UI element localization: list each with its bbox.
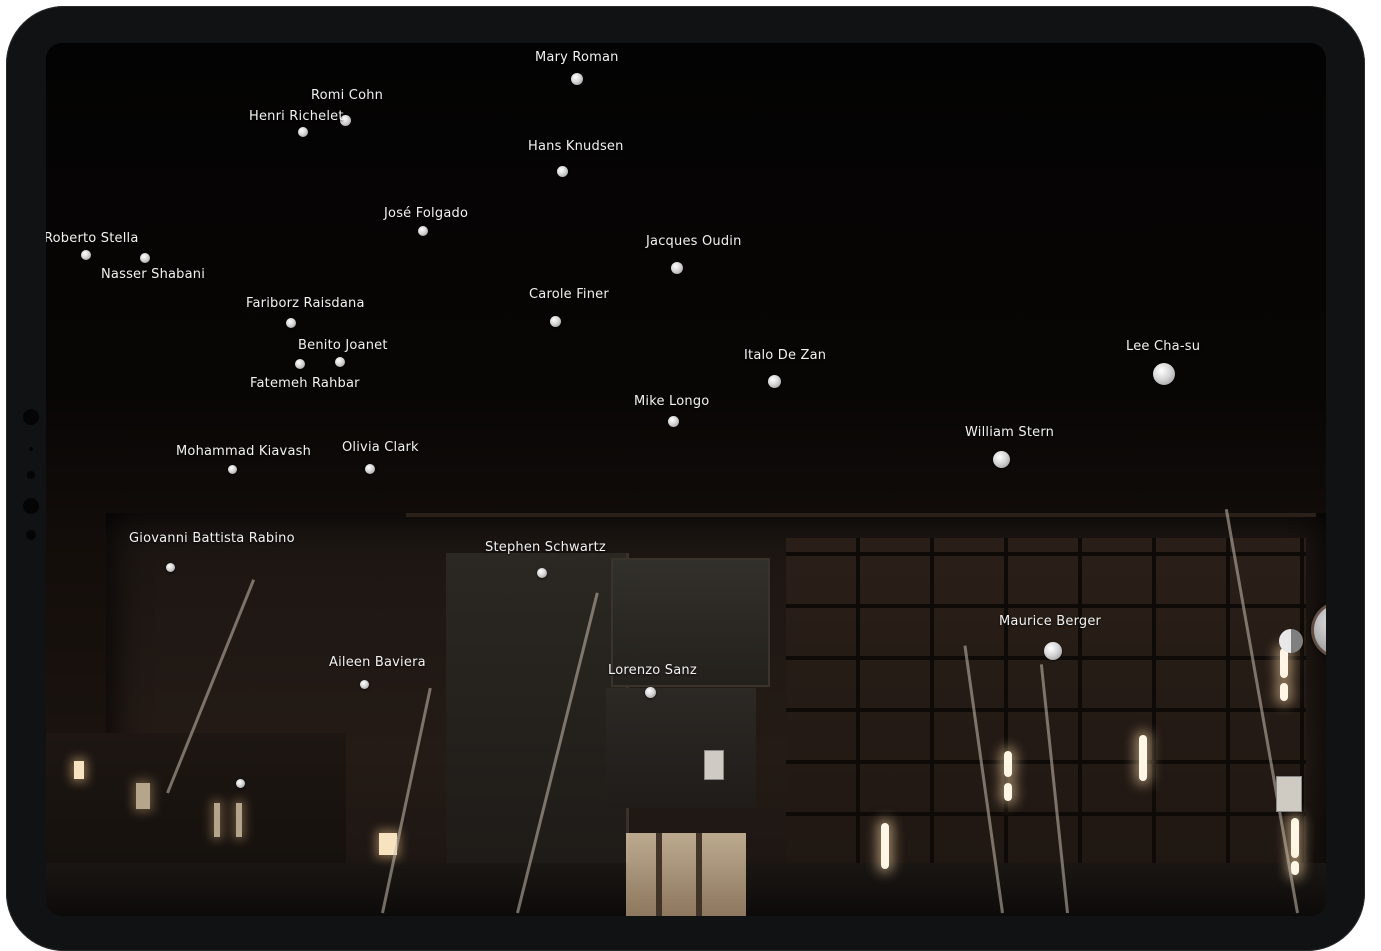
- contact-dot[interactable]: [295, 359, 305, 369]
- contact-name: Italo De Zan: [744, 348, 827, 363]
- contact-name: Lee Cha-su: [1126, 339, 1201, 354]
- contact-dot[interactable]: [550, 316, 561, 327]
- contact-dot[interactable]: [645, 687, 656, 698]
- side-control-dot[interactable]: [23, 498, 39, 514]
- contact-dot[interactable]: [537, 568, 547, 578]
- contact-dot[interactable]: [671, 262, 683, 274]
- contact-name: Carole Finer: [529, 287, 609, 302]
- camera-switch-icon[interactable]: [1279, 629, 1303, 653]
- side-control-dot[interactable]: [27, 471, 35, 479]
- contact-dot[interactable]: [166, 563, 175, 572]
- contact-dot[interactable]: [418, 226, 428, 236]
- contact-name: Roberto Stella: [46, 231, 139, 246]
- contact-name: Giovanni Battista Rabino: [129, 531, 295, 546]
- contact-name: Jacques Oudin: [646, 234, 742, 249]
- contact-dot[interactable]: [668, 416, 679, 427]
- contact-dot[interactable]: [81, 250, 91, 260]
- contact-name: Aileen Baviera: [329, 655, 426, 670]
- contact-dot[interactable]: [993, 451, 1010, 468]
- contact-dot[interactable]: [335, 357, 345, 367]
- contact-name: Stephen Schwartz: [485, 540, 606, 555]
- ar-camera-view[interactable]: Mary Roman Romi Cohn Henri Richelet Hans…: [46, 43, 1326, 916]
- contact-name: Henri Richelet: [249, 109, 344, 124]
- contact-dot[interactable]: [228, 465, 237, 474]
- contact-name: Mohammad Kiavash: [176, 444, 312, 459]
- contact-name: Fatemeh Rahbar: [250, 376, 360, 391]
- contact-name: Benito Joanet: [298, 338, 388, 353]
- contact-dot[interactable]: [768, 375, 781, 388]
- contact-dot[interactable]: [140, 253, 150, 263]
- contact-dot[interactable]: [236, 779, 245, 788]
- contact-name: Mike Longo: [634, 394, 710, 409]
- contact-name: Hans Knudsen: [528, 139, 624, 154]
- contact-dot[interactable]: [286, 318, 296, 328]
- contact-name: Fariborz Raisdana: [246, 296, 365, 311]
- tablet-frame: Mary Roman Romi Cohn Henri Richelet Hans…: [6, 6, 1365, 951]
- contact-dot[interactable]: [360, 680, 369, 689]
- contact-name: Mary Roman: [535, 50, 619, 65]
- contact-name: Maurice Berger: [999, 614, 1102, 629]
- contact-dot[interactable]: [365, 464, 375, 474]
- side-control-dot[interactable]: [29, 447, 33, 451]
- contact-name: Nasser Shabani: [101, 267, 206, 282]
- contact-name: Lorenzo Sanz: [608, 663, 697, 678]
- side-control-dot[interactable]: [26, 530, 36, 540]
- contact-name: José Folgado: [384, 206, 469, 221]
- contact-dot[interactable]: [571, 73, 583, 85]
- side-control-dot[interactable]: [23, 409, 39, 425]
- contact-name: Olivia Clark: [342, 440, 419, 455]
- contact-name: Romi Cohn: [311, 88, 384, 103]
- contact-name: William Stern: [965, 425, 1055, 440]
- contact-dot[interactable]: [557, 166, 568, 177]
- contact-dot[interactable]: [298, 127, 308, 137]
- contact-dot[interactable]: [1044, 642, 1062, 660]
- contact-dot[interactable]: [1153, 363, 1175, 385]
